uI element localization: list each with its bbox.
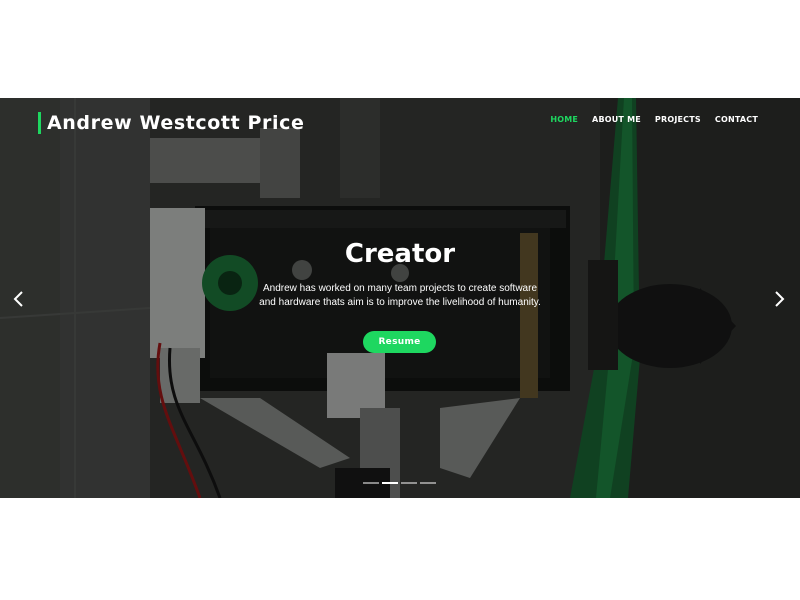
chevron-left-icon: [13, 291, 23, 307]
carousel-prev-button[interactable]: [10, 290, 28, 308]
carousel-indicators: [363, 482, 436, 484]
hero-title: Creator: [344, 239, 456, 269]
hero-description: Andrew has worked on many team projects …: [259, 283, 541, 308]
nav-item-home[interactable]: HOME: [550, 115, 578, 124]
nav-item-contact[interactable]: CONTACT: [715, 115, 758, 124]
carousel-indicator-2[interactable]: [382, 482, 398, 484]
hero-carousel: Andrew Westcott Price HOME ABOUT ME PROJ…: [0, 98, 800, 498]
carousel-indicator-3[interactable]: [401, 482, 417, 484]
carousel-indicator-4[interactable]: [420, 482, 436, 484]
nav-item-about-me[interactable]: ABOUT ME: [592, 115, 641, 124]
resume-button[interactable]: Resume: [363, 331, 436, 353]
site-brand[interactable]: Andrew Westcott Price: [38, 112, 304, 134]
main-nav: HOME ABOUT ME PROJECTS CONTACT: [550, 115, 758, 124]
chevron-right-icon: [775, 291, 785, 307]
hero-caption: Creator Andrew has worked on many team p…: [240, 236, 560, 310]
carousel-indicator-1[interactable]: [363, 482, 379, 484]
brand-name[interactable]: Andrew Westcott Price: [47, 112, 304, 134]
nav-item-projects[interactable]: PROJECTS: [655, 115, 701, 124]
carousel-next-button[interactable]: [770, 290, 788, 308]
